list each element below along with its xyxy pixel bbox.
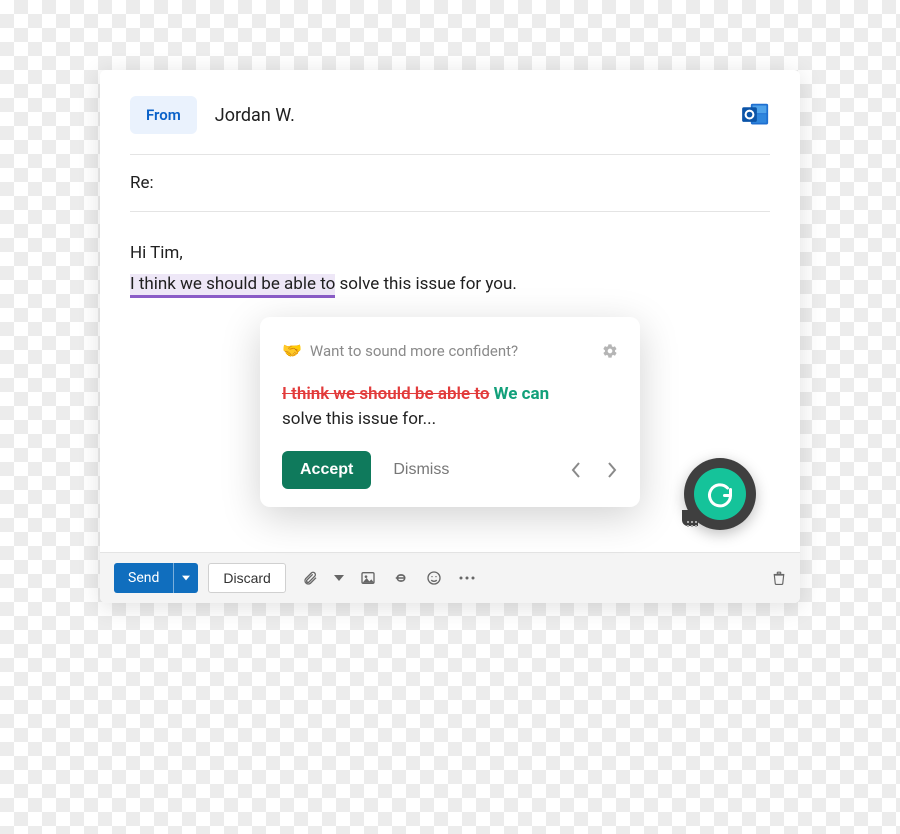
suggestion-tail-text: solve this issue for... — [282, 409, 436, 429]
gear-icon[interactable] — [602, 343, 618, 359]
attachment-icon[interactable] — [302, 569, 318, 587]
grammarly-logo-icon — [694, 468, 746, 520]
trash-icon[interactable] — [772, 570, 786, 586]
from-row: From Jordan W. — [130, 96, 770, 155]
send-split-chevron-icon[interactable] — [173, 563, 198, 593]
outlook-icon — [742, 102, 770, 128]
suggestion-removed-text: I think we should be able to — [282, 384, 489, 404]
subject-prefix: Re: — [130, 173, 154, 193]
emoji-icon[interactable] — [426, 570, 442, 586]
dismiss-button[interactable]: Dismiss — [393, 461, 449, 479]
toolbar-icon-group — [302, 569, 476, 587]
handshake-icon: 🤝 — [282, 337, 302, 366]
link-icon[interactable] — [392, 572, 410, 584]
discard-button[interactable]: Discard — [208, 563, 285, 593]
grammarly-bubble[interactable] — [684, 458, 756, 530]
body-line: I think we should be able to solve this … — [130, 269, 770, 300]
body-greeting: Hi Tim, — [130, 238, 770, 269]
dropdown-icon[interactable] — [334, 573, 344, 583]
suggestion-text: I think we should be able to We can solv… — [282, 382, 618, 433]
email-body-area[interactable]: Hi Tim, I think we should be able to sol… — [130, 212, 770, 552]
from-name: Jordan W. — [215, 105, 295, 126]
suggestion-added-text: We can — [494, 384, 550, 404]
accept-button[interactable]: Accept — [282, 451, 371, 489]
compose-toolbar: Send Discard — [100, 552, 800, 603]
email-compose-card: From Jordan W. Re: Hi Tim, I think we sh… — [100, 70, 800, 603]
from-label: From — [130, 96, 197, 134]
grammarly-drag-dots — [687, 521, 697, 527]
chevron-left-icon[interactable] — [570, 461, 582, 479]
subject-line[interactable]: Re: — [130, 155, 770, 212]
grammarly-suggestion-popover: 🤝 Want to sound more confident? I think … — [260, 317, 640, 507]
suggestion-actions: Accept Dismiss — [282, 451, 618, 489]
suggestion-prompt: Want to sound more confident? — [310, 338, 518, 365]
more-icon[interactable] — [458, 575, 476, 581]
send-button-label: Send — [114, 563, 173, 593]
send-button[interactable]: Send — [114, 563, 198, 593]
suggestion-header: 🤝 Want to sound more confident? — [282, 337, 618, 366]
body-rest: solve this issue for you. — [335, 274, 517, 294]
chevron-right-icon[interactable] — [606, 461, 618, 479]
image-icon[interactable] — [360, 570, 376, 586]
body-highlighted-span: I think we should be able to — [130, 274, 335, 298]
